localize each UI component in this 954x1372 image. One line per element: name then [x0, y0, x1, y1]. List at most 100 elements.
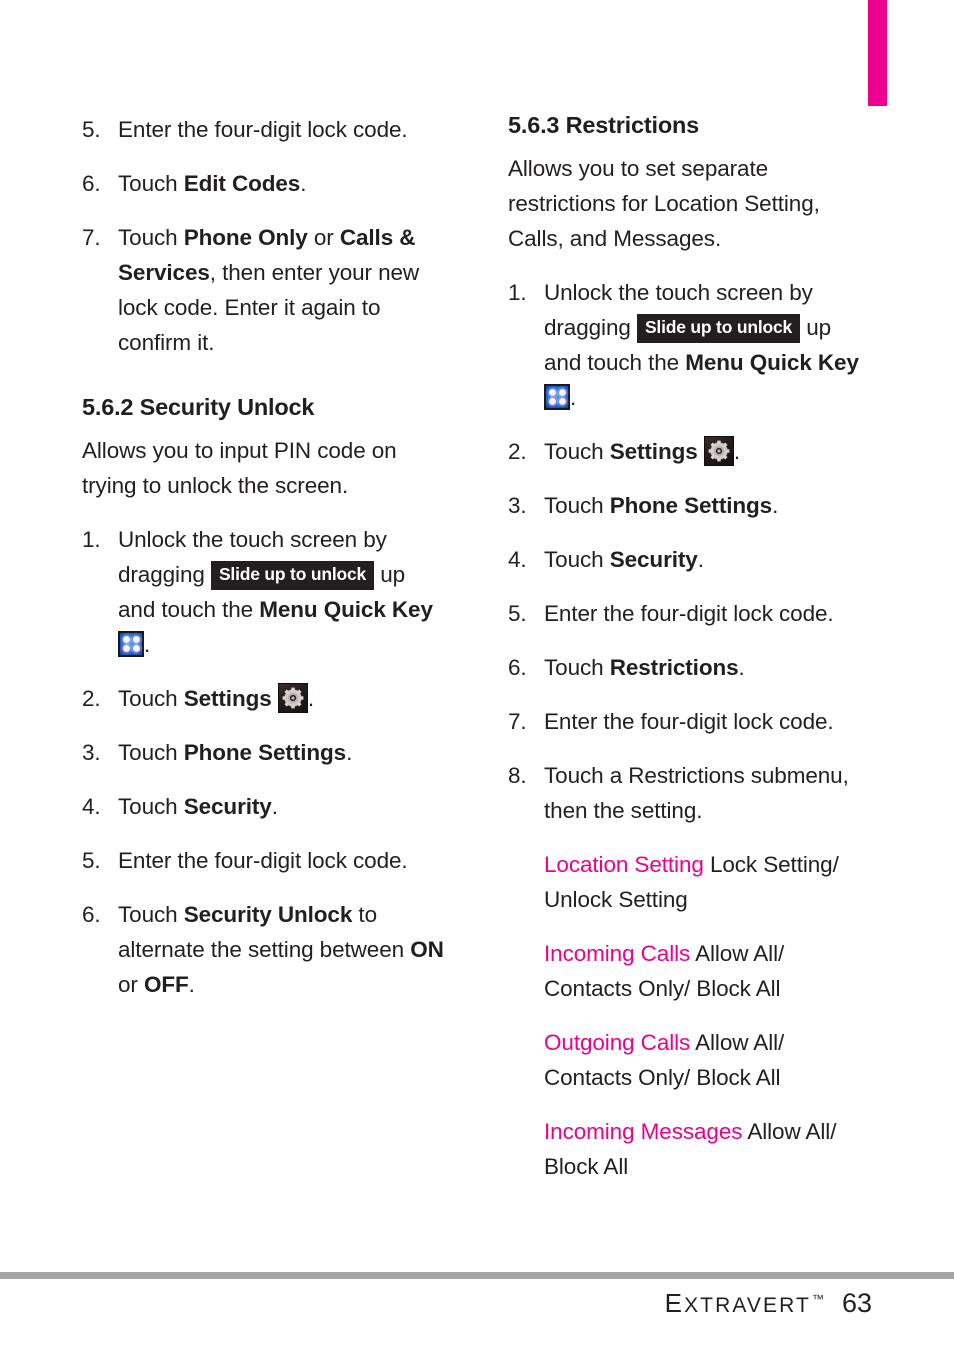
- step-text: Touch: [118, 794, 184, 819]
- step-number: 6.: [508, 655, 527, 680]
- step-text: Enter the four-digit lock code.: [118, 848, 408, 873]
- list-item: 8. Touch a Restrictions submenu, then the…: [508, 758, 874, 828]
- submenu-entry: Location Setting Lock Setting/ Unlock Se…: [508, 847, 874, 917]
- page-number: 63: [841, 1288, 872, 1318]
- step-emphasis: Security: [183, 794, 272, 819]
- step-text: Touch: [544, 439, 604, 464]
- right-column: 5.6.3 Restrictions Allows you to set sep…: [508, 112, 874, 1203]
- step-number: 3.: [508, 493, 527, 518]
- list-item: 4. Touch Security.: [508, 542, 874, 577]
- list-item: 6. Touch Edit Codes.: [82, 166, 448, 201]
- step-text: .: [697, 547, 704, 572]
- settings-gear-icon: [703, 436, 734, 466]
- step-text: .: [738, 655, 745, 680]
- step-text: Enter the four-digit lock code.: [544, 709, 834, 734]
- step-text: .: [307, 686, 314, 711]
- step-text: Enter the four-digit lock code.: [544, 601, 834, 626]
- step-text: or: [307, 225, 340, 250]
- step-number: 4.: [82, 794, 101, 819]
- list-item: 5. Enter the four-digit lock code.: [82, 112, 448, 147]
- list-item: 1. Unlock the touch screen by dragging Sl…: [508, 275, 874, 415]
- continued-step-list: 5. Enter the four-digit lock code. 6. Touc…: [82, 112, 448, 360]
- list-item: 3. Touch Phone Settings.: [82, 735, 448, 770]
- step-text: Touch: [118, 686, 178, 711]
- step-text: Touch: [118, 171, 184, 196]
- list-item: 6. Touch Restrictions.: [508, 650, 874, 685]
- list-item: 3. Touch Phone Settings.: [508, 488, 874, 523]
- step-text: .: [733, 439, 740, 464]
- submenu-label: Incoming Calls: [544, 941, 691, 966]
- submenu-entry: Incoming Messages Allow All/ Block All: [508, 1114, 874, 1184]
- list-item: 7. Enter the four-digit lock code.: [508, 704, 874, 739]
- step-number: 3.: [82, 740, 101, 765]
- list-item: 6. Touch Security Unlock to alternate the…: [82, 897, 448, 1002]
- restrictions-step-list: 1. Unlock the touch screen by dragging Sl…: [508, 275, 874, 828]
- step-text: .: [144, 632, 151, 657]
- step-emphasis: Menu Quick Key: [259, 597, 433, 622]
- section-intro: Allows you to set separate restrictions …: [508, 156, 820, 251]
- step-text: Enter the four-digit lock code.: [118, 117, 408, 142]
- brand-wordmark: EXTRAVERT™: [665, 1288, 824, 1318]
- section-heading-562: 5.6.2 Security Unlock: [82, 394, 315, 420]
- step-text: Touch a Restrictions submenu, then the s…: [544, 763, 849, 823]
- step-number: 1.: [508, 280, 527, 305]
- step-emphasis: Settings: [609, 439, 698, 464]
- slide-up-to-unlock-badge[interactable]: Slide up to unlock: [636, 314, 801, 343]
- step-emphasis: Security Unlock: [183, 902, 353, 927]
- list-item: 2. Touch Settings .: [508, 434, 874, 469]
- security-unlock-step-list: 1. Unlock the touch screen by dragging Sl…: [82, 522, 448, 1002]
- list-item: 7. Touch Phone Only or Calls & Services, …: [82, 220, 448, 360]
- menu-quick-key-icon: [118, 631, 144, 657]
- step-emphasis: Settings: [183, 686, 272, 711]
- step-text: .: [271, 794, 278, 819]
- step-emphasis: Edit Codes: [183, 171, 301, 196]
- step-text: Touch: [544, 547, 610, 572]
- list-item: 1. Unlock the touch screen by dragging Sl…: [82, 522, 448, 662]
- step-text: .: [188, 972, 195, 997]
- step-emphasis: Restrictions: [609, 655, 739, 680]
- submenu-entry: Outgoing Calls Allow All/ Contacts Only/…: [508, 1025, 874, 1095]
- step-emphasis: OFF: [143, 972, 189, 997]
- brand-initial: E: [664, 1288, 685, 1318]
- step-number: 8.: [508, 763, 527, 788]
- step-text: or: [118, 972, 144, 997]
- step-number: 5.: [508, 601, 527, 626]
- slide-up-to-unlock-badge[interactable]: Slide up to unlock: [210, 561, 375, 590]
- submenu-label: Location Setting: [544, 852, 704, 877]
- step-emphasis: ON: [410, 937, 444, 962]
- step-text: Touch: [544, 655, 610, 680]
- footer-divider: [0, 1272, 954, 1279]
- step-number: 7.: [508, 709, 527, 734]
- submenu-label: Outgoing Calls: [544, 1030, 691, 1055]
- step-text: .: [772, 493, 779, 518]
- section-heading-563: 5.6.3 Restrictions: [508, 112, 700, 138]
- list-item: 5. Enter the four-digit lock code.: [82, 843, 448, 878]
- step-number: 6.: [82, 171, 101, 196]
- step-text: .: [570, 385, 577, 410]
- step-emphasis: Phone Only: [183, 225, 308, 250]
- step-number: 4.: [508, 547, 527, 572]
- brand-rest: XTRAVERT: [684, 1294, 811, 1317]
- step-number: 5.: [82, 117, 101, 142]
- step-text: Touch: [544, 493, 610, 518]
- step-number: 1.: [82, 527, 101, 552]
- page-body: 5. Enter the four-digit lock code. 6. Touc…: [0, 0, 954, 1270]
- step-emphasis: Security: [609, 547, 698, 572]
- step-text: .: [346, 740, 353, 765]
- step-text: Touch: [118, 740, 184, 765]
- section-intro: Allows you to input PIN code on trying t…: [82, 438, 397, 498]
- step-number: 7.: [82, 225, 101, 250]
- submenu-label: Incoming Messages: [544, 1119, 743, 1144]
- step-number: 6.: [82, 902, 101, 927]
- step-emphasis: Menu Quick Key: [685, 350, 859, 375]
- page-footer: EXTRAVERT™ 63: [0, 1288, 954, 1319]
- trademark-symbol: ™: [811, 1292, 824, 1306]
- step-number: 2.: [82, 686, 101, 711]
- step-number: 2.: [508, 439, 527, 464]
- step-text: Touch: [118, 225, 184, 250]
- step-number: 5.: [82, 848, 101, 873]
- step-text: Touch: [118, 902, 184, 927]
- list-item: 5. Enter the four-digit lock code.: [508, 596, 874, 631]
- step-text: .: [300, 171, 307, 196]
- step-emphasis: Phone Settings: [609, 493, 773, 518]
